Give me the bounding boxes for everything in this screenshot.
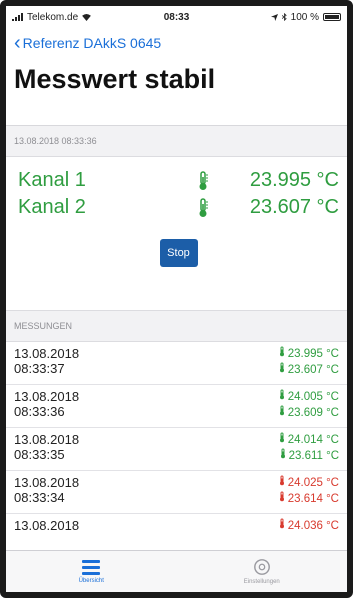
measurements-header: MESSUNGEN xyxy=(14,321,73,331)
thermometer-icon xyxy=(279,362,285,378)
channel-value: 23.607 °C xyxy=(249,196,339,218)
measurement-values: 24.014 °C 23.611 °C xyxy=(219,432,339,470)
measurement-value-2: 23.607 °C xyxy=(279,362,339,378)
tab-settings[interactable]: Einstellungen xyxy=(177,551,348,592)
value-text: 24.014 °C xyxy=(287,433,339,446)
measurement-values: 24.025 °C 23.614 °C xyxy=(219,475,339,513)
measurement-values: 23.995 °C 23.607 °C xyxy=(219,346,339,384)
measurement-time: 08:33:35 xyxy=(14,447,65,462)
list-item[interactable]: 13.08.2018 08:33:34 24.025 °C 23.614 °C xyxy=(6,471,347,514)
measurement-date: 13.08.2018 xyxy=(14,432,80,447)
measurement-date: 13.08.2018 xyxy=(14,389,80,404)
measurement-date: 13.08.2018 xyxy=(14,475,80,490)
measurement-value-1: 24.014 °C xyxy=(279,432,339,448)
location-icon xyxy=(270,13,278,21)
page-title: Messwert stabil xyxy=(14,64,216,94)
thermometer-icon xyxy=(280,448,286,464)
list-item[interactable]: 13.08.2018 08:33:36 24.005 °C 23.609 °C xyxy=(6,385,347,428)
list-icon xyxy=(82,559,101,575)
measurement-datetime: 13.08.2018 08:33:35 xyxy=(14,432,219,470)
carrier-label: Telekom.de xyxy=(27,11,79,23)
chevron-left-icon: ‹ xyxy=(14,32,21,54)
measurement-value-2: 23.614 °C xyxy=(279,491,339,507)
phone-screen: Telekom.de 08:33 100 % ‹ Referenz DAkkS … xyxy=(0,0,353,598)
tab-label: Einstellungen xyxy=(243,579,280,585)
measurement-value-1: 23.995 °C xyxy=(279,346,339,362)
value-text: 23.995 °C xyxy=(287,347,339,360)
measurement-values: 24.005 °C 23.609 °C xyxy=(219,389,339,427)
battery-percent: 100 % xyxy=(290,11,320,23)
channel-row-2: Kanal 2 23.607 °C xyxy=(18,194,339,221)
battery-icon xyxy=(323,13,342,21)
signal-icon xyxy=(12,13,23,21)
tab-bar: Übersicht Einstellungen xyxy=(6,550,347,592)
back-button[interactable]: ‹ Referenz DAkkS 0645 xyxy=(14,30,339,56)
measurement-value-2: 23.609 °C xyxy=(279,405,339,421)
channel-name: Kanal 1 xyxy=(18,169,86,191)
list-item[interactable]: 13.08.2018 08:33:37 23.995 °C 23.607 °C xyxy=(6,342,347,385)
channel-name: Kanal 2 xyxy=(18,196,86,218)
thermometer-icon xyxy=(279,346,285,362)
thermometer-icon xyxy=(279,389,285,405)
measurement-datetime: 13.08.2018 08:33:36 xyxy=(14,389,219,427)
measurement-date: 13.08.2018 xyxy=(14,346,80,361)
measurement-value-1: 24.036 °C xyxy=(279,518,339,534)
measurement-datetime: 13.08.2018 08:33:37 xyxy=(14,346,219,384)
measurement-value-1: 24.025 °C xyxy=(279,475,339,491)
gear-icon xyxy=(253,559,270,575)
measurement-time: 08:33:36 xyxy=(14,404,65,419)
current-values-card: Kanal 1 23.995 °C Kanal 2 23.607 °C Stop xyxy=(6,156,347,311)
value-text: 24.025 °C xyxy=(287,476,339,489)
measurement-time: 08:33:34 xyxy=(14,490,65,505)
current-timestamp: 13.08.2018 08:33:36 xyxy=(14,136,97,146)
channel-value: 23.995 °C xyxy=(249,169,339,191)
thermometer-icon xyxy=(192,170,214,191)
measurement-datetime: 13.08.2018 08:33:34 xyxy=(14,475,219,513)
measurement-value-1: 24.005 °C xyxy=(279,389,339,405)
tab-overview[interactable]: Übersicht xyxy=(6,551,177,592)
measurements-list[interactable]: 13.08.2018 08:33:37 23.995 °C 23.607 °C 13.0… xyxy=(6,341,347,557)
thermometer-icon xyxy=(279,432,285,448)
value-text: 23.607 °C xyxy=(287,363,339,376)
thermometer-icon xyxy=(279,518,285,534)
list-item[interactable]: 13.08.2018 08:33:35 24.014 °C 23.611 °C xyxy=(6,428,347,471)
measurement-time: 08:33:37 xyxy=(14,361,65,376)
navigation-bar: ‹ Referenz DAkkS 0645 Messwert stabil xyxy=(6,28,347,126)
status-bar: Telekom.de 08:33 100 % xyxy=(6,6,347,28)
thermometer-icon xyxy=(279,475,285,491)
channel-row-1: Kanal 1 23.995 °C xyxy=(18,167,339,194)
measurement-value-2: 23.611 °C xyxy=(280,448,339,464)
value-text: 23.609 °C xyxy=(287,406,339,419)
bluetooth-icon xyxy=(281,13,287,21)
measurement-date: 13.08.2018 xyxy=(14,518,80,533)
wifi-icon xyxy=(82,13,92,21)
value-text: 24.036 °C xyxy=(287,519,339,532)
back-label: Referenz DAkkS 0645 xyxy=(22,35,162,51)
thermometer-icon xyxy=(279,405,285,421)
clock: 08:33 xyxy=(163,11,190,23)
value-text: 24.005 °C xyxy=(287,390,339,403)
thermometer-icon xyxy=(192,197,214,218)
stop-button[interactable]: Stop xyxy=(159,239,198,267)
thermometer-icon xyxy=(279,491,285,507)
value-text: 23.611 °C xyxy=(288,449,339,462)
tab-label: Übersicht xyxy=(78,577,104,584)
value-text: 23.614 °C xyxy=(287,492,339,505)
